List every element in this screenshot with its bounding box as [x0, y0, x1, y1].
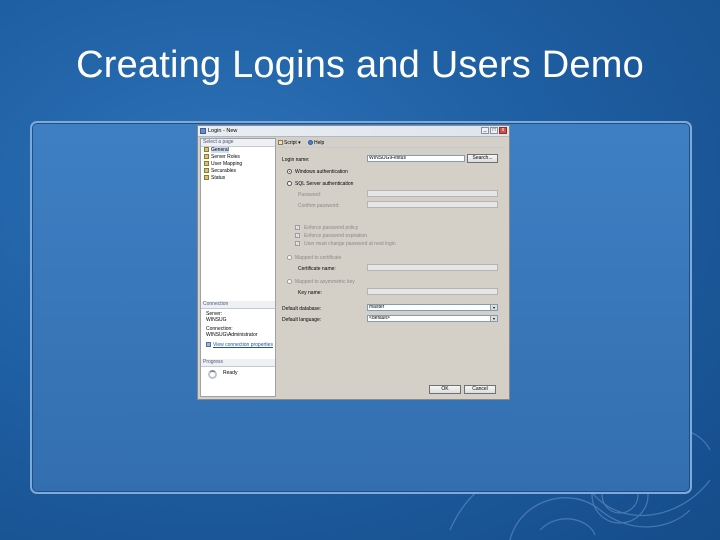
search-button[interactable]: Search...: [467, 154, 498, 163]
dialog-titlebar[interactable]: Login - New _ □ x: [198, 126, 509, 137]
confirm-password-label: Confirm password:: [298, 203, 340, 209]
page-icon: [204, 147, 209, 152]
dialog-title: Login - New: [208, 128, 238, 134]
cert-name-input[interactable]: [367, 264, 498, 271]
progress-status: Ready: [223, 370, 238, 376]
sql-auth-radio[interactable]: [287, 181, 292, 186]
server-value: WINSUG: [206, 317, 227, 323]
nav-item-server-roles[interactable]: Server Roles: [204, 154, 240, 160]
close-button[interactable]: x: [499, 127, 507, 134]
cert-name-label: Certificate name:: [298, 266, 336, 272]
mapped-key-radio[interactable]: [287, 279, 292, 284]
default-database-label: Default database:: [282, 306, 322, 312]
cancel-button[interactable]: Cancel: [464, 385, 496, 394]
page-icon: [204, 175, 209, 180]
dialog-toolbar: Script ▾ Help: [276, 138, 506, 148]
nav-item-general[interactable]: General: [204, 147, 229, 153]
page-icon: [204, 154, 209, 159]
windows-auth-label: Windows authentication: [295, 169, 348, 175]
enforce-policy-label: Enforce password policy: [304, 225, 359, 231]
windows-auth-radio[interactable]: [287, 169, 292, 174]
maximize-button[interactable]: □: [490, 127, 498, 134]
default-language-label: Default language:: [282, 317, 322, 323]
sql-auth-label: SQL Server authentication: [295, 181, 354, 187]
minimize-button[interactable]: _: [481, 127, 489, 134]
view-connection-properties-link[interactable]: View connection properties: [206, 342, 273, 348]
password-input[interactable]: [367, 190, 498, 197]
confirm-password-input[interactable]: [367, 201, 498, 208]
enforce-expiration-checkbox[interactable]: ✓: [295, 233, 300, 238]
right-pane: Script ▾ Help Login name: WINSUG\Festus …: [276, 138, 506, 386]
properties-icon: [206, 342, 211, 347]
default-language-value: <default>: [369, 315, 390, 321]
left-pane: Select a page General Server Roles User …: [200, 138, 276, 397]
connection-value: WINSUG\Administrator: [206, 332, 258, 338]
page-icon: [204, 161, 209, 166]
ok-button[interactable]: OK: [429, 385, 461, 394]
enforce-policy-checkbox[interactable]: ✓: [295, 225, 300, 230]
login-name-input[interactable]: WINSUG\Festus: [367, 155, 465, 162]
default-language-select[interactable]: <default> ▾: [367, 315, 498, 322]
nav-item-user-mapping[interactable]: User Mapping: [204, 161, 242, 167]
nav-item-securables[interactable]: Securables: [204, 168, 236, 174]
login-name-label: Login name:: [282, 157, 310, 163]
script-icon: [278, 140, 283, 145]
must-change-checkbox[interactable]: ✓: [295, 241, 300, 246]
default-database-select[interactable]: master ▾: [367, 304, 498, 311]
enforce-expiration-label: Enforce password expiration: [304, 233, 368, 239]
app-icon: [200, 128, 206, 134]
nav-item-status[interactable]: Status: [204, 175, 225, 181]
must-change-label: User must change password at next login: [304, 241, 396, 247]
password-label: Password:: [298, 192, 322, 198]
select-page-header: Select a page: [201, 139, 275, 147]
default-database-value: master: [369, 304, 385, 310]
connection-header: Connection: [201, 301, 275, 309]
script-button[interactable]: Script ▾: [278, 140, 301, 146]
progress-spinner-icon: [208, 370, 217, 379]
mapped-cert-label: Mapped to certificate: [295, 255, 342, 261]
chevron-down-icon[interactable]: ▾: [490, 316, 497, 321]
mapped-cert-radio[interactable]: [287, 255, 292, 260]
login-new-dialog: Login - New _ □ x Select a page General …: [197, 125, 510, 400]
key-name-label: Key name:: [298, 290, 322, 296]
chevron-down-icon[interactable]: ▾: [490, 305, 497, 310]
progress-header: Progress: [201, 359, 275, 367]
mapped-key-label: Mapped to asymmetric key: [295, 279, 355, 285]
chevron-down-icon[interactable]: ▾: [298, 140, 301, 146]
help-button[interactable]: Help: [308, 140, 324, 146]
help-icon: [308, 140, 313, 145]
slide-title: Creating Logins and Users Demo: [76, 44, 644, 86]
page-icon: [204, 168, 209, 173]
key-name-input[interactable]: [367, 288, 498, 295]
